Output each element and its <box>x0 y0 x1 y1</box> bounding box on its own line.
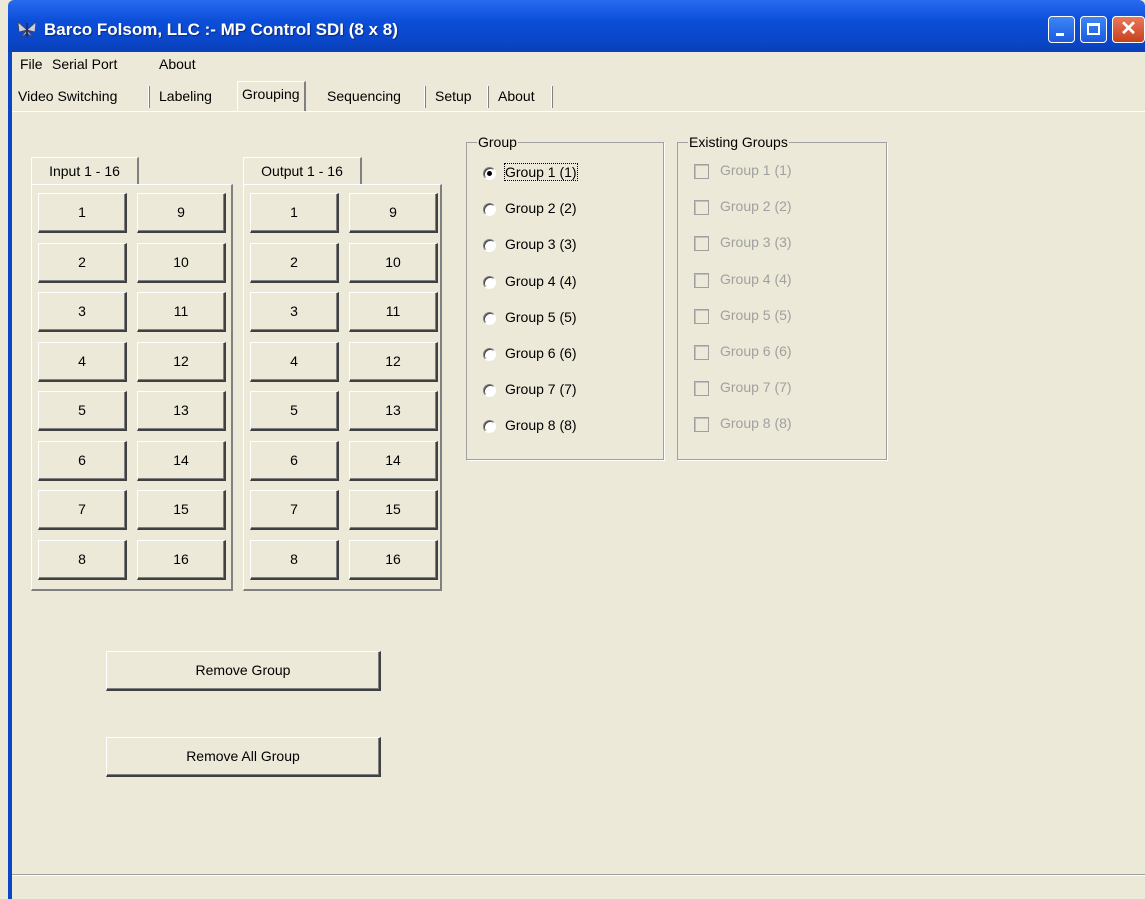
radio-button[interactable] <box>483 275 496 289</box>
checkbox[interactable] <box>694 272 709 288</box>
output-button-9[interactable]: 9 <box>349 193 438 233</box>
existing-groups-title: Existing Groups <box>688 134 789 150</box>
maximize-button[interactable] <box>1080 16 1107 43</box>
tab-sequencing[interactable]: Sequencing <box>323 84 405 110</box>
remove-all-group-button[interactable]: Remove All Group <box>106 737 381 777</box>
window-title: Barco Folsom, LLC :- MP Control SDI (8 x… <box>44 20 398 39</box>
input-button-3[interactable]: 3 <box>38 292 127 332</box>
input-button-7[interactable]: 7 <box>38 490 127 530</box>
butterfly-logo-icon <box>17 21 37 39</box>
output-button-14[interactable]: 14 <box>349 440 438 481</box>
output-button-15[interactable]: 15 <box>349 490 438 530</box>
radio-button[interactable] <box>483 167 496 180</box>
input-button-1[interactable]: 1 <box>38 193 127 233</box>
input-button-8[interactable]: 8 <box>38 539 127 580</box>
checkbox-label: Group 4 (4) <box>720 270 792 287</box>
radio-label: Group 6 (6) <box>505 345 577 361</box>
existing-groups-box: Existing Groups Group 1 (1) Group 2 (2) Gr… <box>677 134 887 460</box>
output-panel: 1 2 3 4 5 6 7 8 9 10 11 12 13 14 15 16 <box>243 184 442 591</box>
output-button-1[interactable]: 1 <box>250 193 339 233</box>
checkbox[interactable] <box>694 308 709 324</box>
status-bar <box>12 874 1145 875</box>
checkbox[interactable] <box>694 381 709 397</box>
radio-button[interactable] <box>483 203 496 217</box>
radio-label: Group 8 (8) <box>505 417 577 434</box>
checkbox-label: Group 7 (7) <box>720 379 792 396</box>
tab-separator <box>551 86 553 108</box>
menu-bar: File Serial Port About <box>12 52 1145 77</box>
checkbox-label: Group 1 (1) <box>720 162 792 178</box>
menu-file[interactable]: File <box>20 56 43 72</box>
checkbox[interactable] <box>694 236 709 252</box>
checkbox[interactable] <box>694 417 709 433</box>
output-button-11[interactable]: 11 <box>349 292 438 332</box>
input-panel: 1 2 3 4 5 6 7 8 9 10 11 12 13 14 15 16 <box>31 184 233 591</box>
close-button[interactable]: ✕ <box>1112 16 1145 43</box>
input-button-16[interactable]: 16 <box>137 539 226 580</box>
radio-button[interactable] <box>483 384 496 398</box>
output-button-7[interactable]: 7 <box>250 490 339 530</box>
output-button-12[interactable]: 12 <box>349 341 438 382</box>
checkbox-label: Group 2 (2) <box>720 198 792 215</box>
checkbox-label: Group 5 (5) <box>720 306 792 323</box>
input-button-15[interactable]: 15 <box>137 490 226 530</box>
radio-label: Group 3 (3) <box>505 236 577 253</box>
checkbox-label: Group 6 (6) <box>720 343 792 359</box>
input-button-5[interactable]: 5 <box>38 391 127 431</box>
close-icon: ✕ <box>1120 18 1137 40</box>
output-panel-tab[interactable]: Output 1 - 16 <box>243 157 362 185</box>
output-button-5[interactable]: 5 <box>250 391 339 431</box>
menu-serial-port[interactable]: Serial Port <box>52 56 117 72</box>
input-button-10[interactable]: 10 <box>137 242 226 283</box>
output-button-3[interactable]: 3 <box>250 292 339 332</box>
input-button-12[interactable]: 12 <box>137 341 226 382</box>
tab-setup[interactable]: Setup <box>431 84 476 110</box>
output-button-13[interactable]: 13 <box>349 391 438 431</box>
checkbox[interactable] <box>694 164 709 179</box>
tab-separator <box>148 86 150 108</box>
minimize-button[interactable] <box>1048 16 1075 43</box>
tab-grouping[interactable]: Grouping <box>237 81 306 112</box>
input-button-11[interactable]: 11 <box>137 292 226 332</box>
input-button-4[interactable]: 4 <box>38 341 127 382</box>
radio-button[interactable] <box>483 239 496 253</box>
output-button-6[interactable]: 6 <box>250 440 339 481</box>
output-button-16[interactable]: 16 <box>349 539 438 580</box>
input-button-6[interactable]: 6 <box>38 440 127 481</box>
output-button-2[interactable]: 2 <box>250 242 339 283</box>
tab-separator <box>487 86 489 108</box>
radio-label: Group 7 (7) <box>505 381 577 398</box>
tab-video-switching[interactable]: Video Switching <box>14 84 121 110</box>
input-button-2[interactable]: 2 <box>38 242 127 283</box>
group-box-title: Group <box>477 134 518 150</box>
window-border <box>8 52 12 899</box>
radio-label: Group 4 (4) <box>505 272 577 289</box>
tab-content-border <box>12 111 1145 112</box>
output-button-10[interactable]: 10 <box>349 242 438 283</box>
checkbox[interactable] <box>694 200 709 216</box>
remove-group-button[interactable]: Remove Group <box>106 651 381 691</box>
checkbox[interactable] <box>694 345 709 360</box>
output-button-4[interactable]: 4 <box>250 341 339 382</box>
menu-about[interactable]: About <box>159 56 196 72</box>
radio-label: Group 1 (1) <box>504 163 578 181</box>
output-button-8[interactable]: 8 <box>250 539 339 580</box>
radio-label: Group 5 (5) <box>505 308 577 325</box>
tab-labeling[interactable]: Labeling <box>155 84 216 110</box>
tab-about[interactable]: About <box>494 84 539 110</box>
input-button-13[interactable]: 13 <box>137 391 226 431</box>
radio-button[interactable] <box>483 348 496 361</box>
radio-button[interactable] <box>483 420 496 434</box>
input-panel-tab[interactable]: Input 1 - 16 <box>31 157 139 185</box>
checkbox-label: Group 8 (8) <box>720 415 792 432</box>
group-box: Group Group 1 (1) Group 2 (2) Group 3 (3) G… <box>466 134 664 460</box>
radio-button[interactable] <box>483 311 496 325</box>
input-button-9[interactable]: 9 <box>137 193 226 233</box>
radio-label: Group 2 (2) <box>505 200 577 217</box>
input-button-14[interactable]: 14 <box>137 440 226 481</box>
checkbox-label: Group 3 (3) <box>720 234 792 251</box>
tab-separator <box>424 86 426 108</box>
